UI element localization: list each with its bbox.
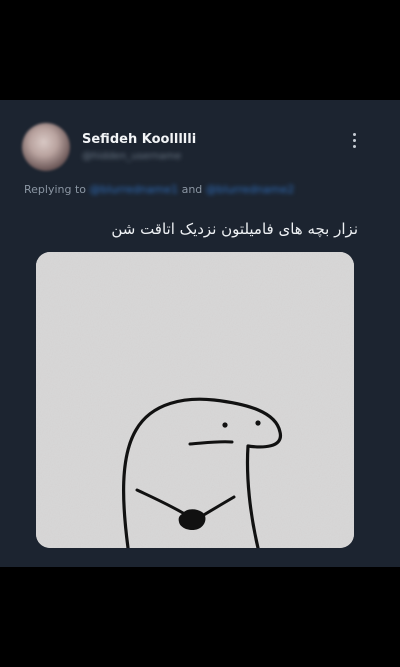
tweet-text: نزار بچه های فامیلتون نزدیک اتاقت شن — [111, 220, 358, 238]
avatar[interactable] — [22, 123, 70, 171]
replying-to-label: Replying to — [24, 183, 87, 196]
author-handle[interactable]: @hidden_username — [82, 151, 181, 162]
replying-to-line: Replying to @blurredname1 and @blurredna… — [24, 183, 294, 196]
reply-conjunction: and — [181, 183, 203, 196]
reply-mention-1[interactable]: @blurredname1 — [90, 183, 179, 196]
flork-meme-illustration — [36, 252, 354, 548]
author-name[interactable]: Sefideh Koollllli — [82, 132, 196, 147]
tweet-media-image[interactable] — [36, 252, 354, 548]
more-vertical-icon[interactable] — [346, 130, 362, 152]
reply-mention-2[interactable]: @blurredname2 — [206, 183, 295, 196]
